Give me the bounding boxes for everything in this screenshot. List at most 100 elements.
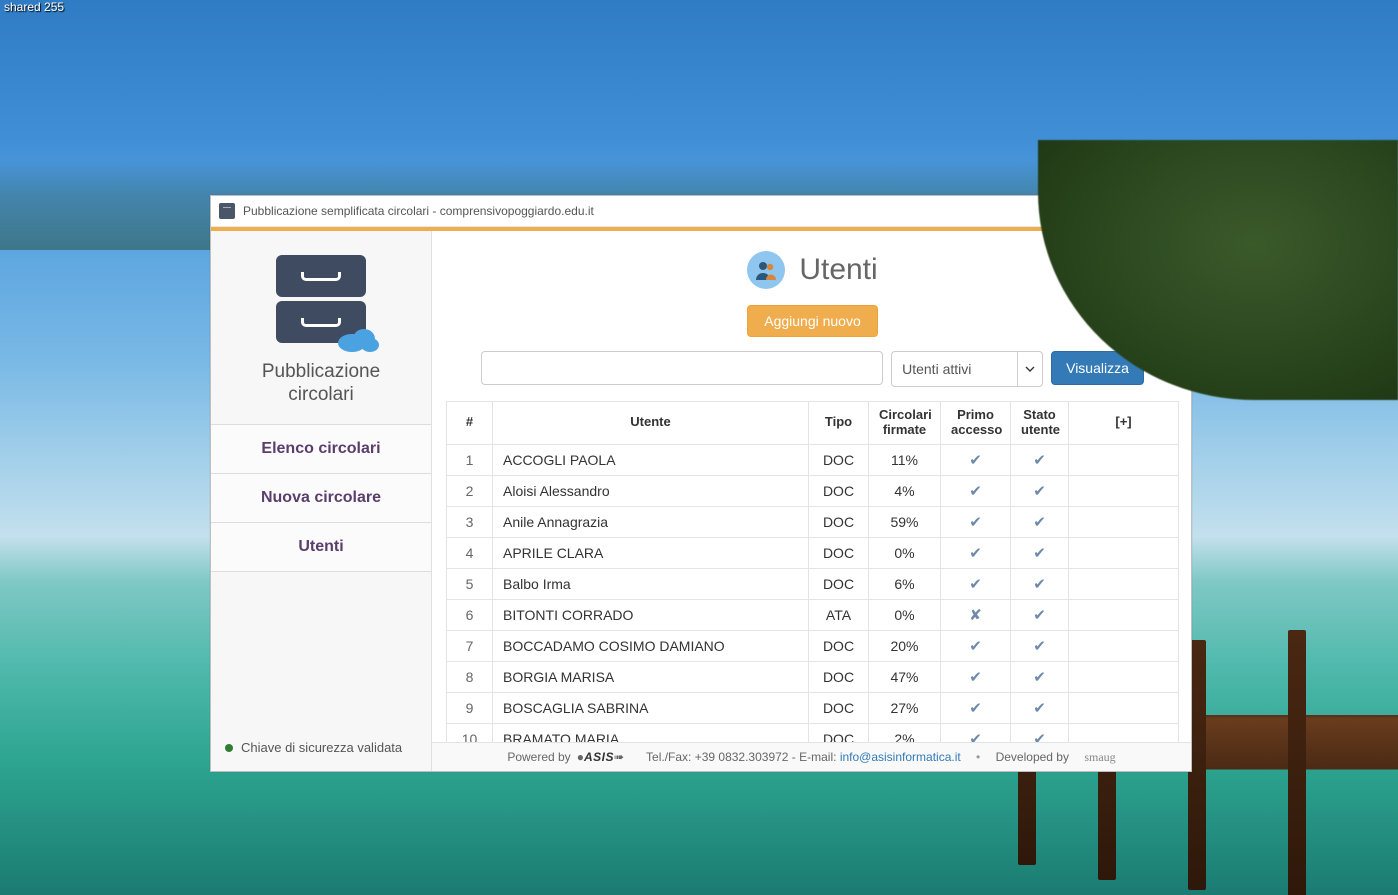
cell-primo: ✔ — [941, 475, 1011, 506]
cell-name: BOSCAGLIA SABRINA — [493, 692, 809, 723]
sidebar-item-elenco-circolari[interactable]: Elenco circolari — [211, 424, 431, 474]
check-icon: ✔ — [969, 545, 982, 562]
maximize-icon — [1117, 206, 1127, 216]
cell-tipo: DOC — [809, 630, 869, 661]
col-stato[interactable]: Stato utente — [1011, 402, 1069, 445]
smaug-logo: smaug — [1084, 750, 1115, 765]
cell-index: 2 — [447, 475, 493, 506]
sidebar: Pubblicazionecircolari Elenco circolari … — [211, 231, 432, 771]
minimize-icon — [1071, 206, 1081, 216]
security-status-text: Chiave di sicurezza validata — [241, 739, 402, 757]
cell-name: Balbo Irma — [493, 568, 809, 599]
users-icon — [747, 251, 785, 289]
cell-index: 3 — [447, 506, 493, 537]
app-window: Pubblicazione semplificata circolari - c… — [210, 195, 1192, 772]
cell-name: ACCOGLI PAOLA — [493, 444, 809, 475]
cell-stato: ✔ — [1011, 537, 1069, 568]
cell-stato: ✔ — [1011, 630, 1069, 661]
table-row[interactable]: 10BRAMATO MARIADOC2%✔✔ — [447, 723, 1179, 742]
cell-stato: ✔ — [1011, 568, 1069, 599]
check-icon: ✔ — [1033, 700, 1046, 717]
table-row[interactable]: 1ACCOGLI PAOLADOC11%✔✔ — [447, 444, 1179, 475]
cell-tipo: DOC — [809, 537, 869, 568]
check-icon: ✔ — [1033, 576, 1046, 593]
cell-expand[interactable] — [1069, 661, 1179, 692]
page-header: Utenti — [446, 251, 1179, 289]
footer-powered-label: Powered by — [507, 750, 570, 764]
sidebar-item-nuova-circolare[interactable]: Nuova circolare — [211, 473, 431, 523]
cell-expand[interactable] — [1069, 537, 1179, 568]
col-circolari[interactable]: Circolari firmate — [869, 402, 941, 445]
col-primo[interactable]: Primo accesso — [941, 402, 1011, 445]
maximize-button[interactable] — [1099, 196, 1145, 226]
cell-tipo: ATA — [809, 599, 869, 630]
cell-circolari: 2% — [869, 723, 941, 742]
cell-circolari: 0% — [869, 599, 941, 630]
cell-expand[interactable] — [1069, 475, 1179, 506]
cell-index: 9 — [447, 692, 493, 723]
cell-primo: ✔ — [941, 506, 1011, 537]
close-button[interactable] — [1145, 196, 1191, 226]
col-expand[interactable]: [+] — [1069, 402, 1179, 445]
cell-name: Aloisi Alessandro — [493, 475, 809, 506]
cell-expand[interactable] — [1069, 692, 1179, 723]
cabinet-cloud-icon — [276, 255, 366, 343]
cell-index: 6 — [447, 599, 493, 630]
cell-name: BITONTI CORRADO — [493, 599, 809, 630]
col-tipo[interactable]: Tipo — [809, 402, 869, 445]
table-row[interactable]: 3Anile AnnagraziaDOC59%✔✔ — [447, 506, 1179, 537]
close-icon — [1163, 206, 1173, 216]
table-row[interactable]: 8BORGIA MARISADOC47%✔✔ — [447, 661, 1179, 692]
cell-index: 1 — [447, 444, 493, 475]
check-icon: ✔ — [1033, 514, 1046, 531]
cell-primo: ✔ — [941, 444, 1011, 475]
check-icon: ✔ — [1033, 638, 1046, 655]
check-icon: ✔ — [969, 669, 982, 686]
col-utente[interactable]: Utente — [493, 402, 809, 445]
cell-expand[interactable] — [1069, 568, 1179, 599]
minimize-button[interactable] — [1053, 196, 1099, 226]
add-new-button[interactable]: Aggiungi nuovo — [747, 305, 878, 337]
cell-expand[interactable] — [1069, 630, 1179, 661]
cell-expand[interactable] — [1069, 723, 1179, 742]
cell-name: APRILE CLARA — [493, 537, 809, 568]
cell-name: BOCCADAMO COSIMO DAMIANO — [493, 630, 809, 661]
check-icon: ✔ — [969, 514, 982, 531]
cell-expand[interactable] — [1069, 444, 1179, 475]
cell-expand[interactable] — [1069, 506, 1179, 537]
main-scroll-area[interactable]: Utenti Aggiungi nuovo Utenti attivi Visu… — [432, 231, 1191, 742]
footer-developed-label: Developed by — [996, 750, 1069, 764]
search-input[interactable] — [481, 351, 883, 385]
titlebar[interactable]: Pubblicazione semplificata circolari - c… — [211, 196, 1191, 227]
table-row[interactable]: 6BITONTI CORRADOATA0%✘✔ — [447, 599, 1179, 630]
cell-tipo: DOC — [809, 444, 869, 475]
cell-circolari: 4% — [869, 475, 941, 506]
cell-tipo: DOC — [809, 568, 869, 599]
cell-expand[interactable] — [1069, 599, 1179, 630]
filter-select[interactable]: Utenti attivi — [891, 351, 1043, 387]
cloud-icon — [334, 323, 380, 353]
footer-email-link[interactable]: info@asisinformatica.it — [840, 750, 961, 764]
table-row[interactable]: 9BOSCAGLIA SABRINADOC27%✔✔ — [447, 692, 1179, 723]
col-index[interactable]: # — [447, 402, 493, 445]
cell-stato: ✔ — [1011, 444, 1069, 475]
main-panel: Utenti Aggiungi nuovo Utenti attivi Visu… — [432, 231, 1191, 771]
table-row[interactable]: 4APRILE CLARADOC0%✔✔ — [447, 537, 1179, 568]
table-header-row: # Utente Tipo Circolari firmate Primo ac… — [447, 402, 1179, 445]
x-icon: ✘ — [969, 607, 982, 624]
filter-row: Utenti attivi Visualizza — [446, 351, 1179, 387]
table-row[interactable]: 2Aloisi AlessandroDOC4%✔✔ — [447, 475, 1179, 506]
security-status: Chiave di sicurezza validata — [211, 729, 431, 771]
table-row[interactable]: 7BOCCADAMO COSIMO DAMIANODOC20%✔✔ — [447, 630, 1179, 661]
table-row[interactable]: 5Balbo IrmaDOC6%✔✔ — [447, 568, 1179, 599]
cell-primo: ✔ — [941, 723, 1011, 742]
filter-select-value: Utenti attivi — [892, 361, 1017, 377]
cell-tipo: DOC — [809, 723, 869, 742]
sidebar-item-utenti[interactable]: Utenti — [211, 522, 431, 572]
cell-tipo: DOC — [809, 661, 869, 692]
cell-circolari: 59% — [869, 506, 941, 537]
check-icon: ✔ — [969, 452, 982, 469]
check-icon: ✔ — [1033, 669, 1046, 686]
cell-primo: ✔ — [941, 692, 1011, 723]
view-button[interactable]: Visualizza — [1051, 351, 1144, 385]
